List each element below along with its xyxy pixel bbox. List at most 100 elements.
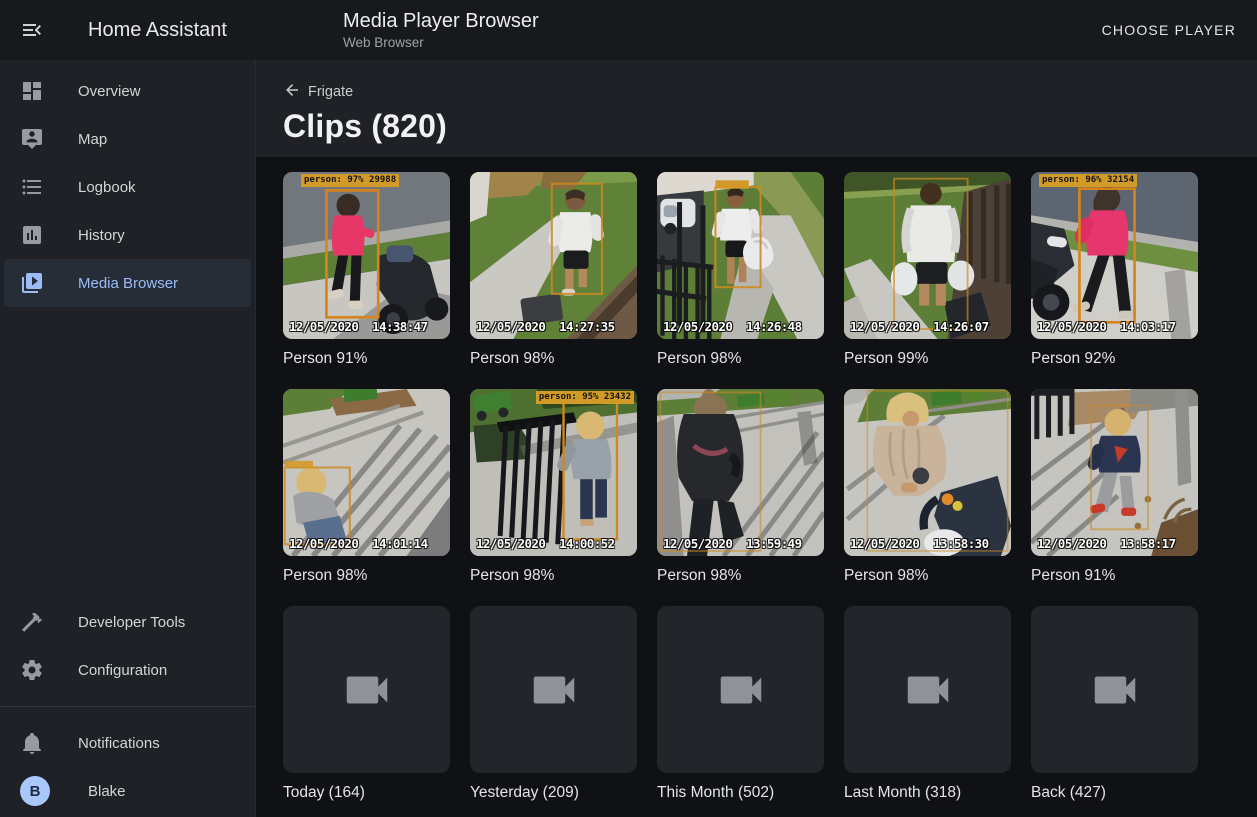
clip-card[interactable]: 12/05/2020 13:59:49Person 98% bbox=[657, 389, 824, 585]
clip-caption: Person 98% bbox=[657, 350, 824, 368]
clip-timestamp-overlay: 12/05/2020 14:03:17 bbox=[1037, 319, 1176, 334]
clip-caption: Person 91% bbox=[1031, 567, 1198, 585]
folder-card[interactable]: Last Month (318) bbox=[844, 606, 1011, 802]
clip-card[interactable]: 12/05/2020 13:58:30 Person 98% bbox=[844, 389, 1011, 585]
arrow-left-icon bbox=[283, 81, 301, 99]
sidebar-item-map[interactable]: Map bbox=[4, 115, 251, 163]
media-browser-content: person: 97% 29988 12/05/2020 14:38:47 Pers… bbox=[256, 157, 1257, 802]
folder-label: Last Month (318) bbox=[844, 784, 1011, 802]
clip-card[interactable]: person: 95% 23432 12/05/2020 14:00:52 Pers… bbox=[470, 389, 637, 585]
app-header: Home Assistant Media Player Browser Web … bbox=[0, 0, 1257, 60]
media-browser-header: Frigate Clips (820) bbox=[256, 60, 1257, 157]
clip-caption: Person 98% bbox=[844, 567, 1011, 585]
sidebar-profile[interactable]: B Blake bbox=[4, 767, 251, 815]
clip-thumbnail: 12/05/2020 13:58:30 bbox=[844, 389, 1011, 556]
clip-caption: Person 98% bbox=[470, 350, 637, 368]
breadcrumb-back-link[interactable]: Frigate bbox=[283, 81, 353, 103]
video-icon bbox=[714, 663, 768, 717]
folder-card[interactable]: This Month (502) bbox=[657, 606, 824, 802]
sidebar-footer-list: Developer Tools Configuration bbox=[0, 598, 255, 694]
app-header-left: Home Assistant bbox=[0, 18, 256, 42]
folder-thumbnail bbox=[470, 606, 637, 773]
sidebar-toggle-button[interactable] bbox=[20, 18, 44, 42]
app-title: Home Assistant bbox=[88, 19, 227, 42]
clip-thumbnail: person: 97% 29988 12/05/2020 14:38:47 bbox=[283, 172, 450, 339]
folder-thumbnail bbox=[283, 606, 450, 773]
sidebar-item-configuration[interactable]: Configuration bbox=[4, 646, 251, 694]
sidebar-item-label: History bbox=[78, 227, 125, 244]
media-browser-icon bbox=[20, 271, 44, 295]
sidebar-item-label: Developer Tools bbox=[78, 614, 185, 631]
dashboard-icon-wrap bbox=[20, 79, 44, 103]
gear-icon bbox=[20, 658, 44, 682]
folder-card[interactable]: Back (427) bbox=[1031, 606, 1198, 802]
clip-caption: Person 98% bbox=[283, 567, 450, 585]
sidebar-item-label: Configuration bbox=[78, 662, 167, 679]
clip-timestamp-overlay: 12/05/2020 14:00:52 bbox=[476, 536, 615, 551]
sidebar-item-notifications[interactable]: Notifications bbox=[4, 719, 251, 767]
user-name: Blake bbox=[88, 783, 126, 800]
hammer-icon bbox=[20, 610, 44, 634]
back-arrow-icon bbox=[283, 81, 301, 103]
clip-card[interactable]: 12/05/2020 14:01:14 Person 98% bbox=[283, 389, 450, 585]
logbook-list-icon-wrap bbox=[20, 175, 44, 199]
clip-caption: Person 92% bbox=[1031, 350, 1198, 368]
folder-card[interactable]: Yesterday (209) bbox=[470, 606, 637, 802]
panel-title-block: Media Player Browser Web Browser bbox=[343, 9, 539, 51]
clip-card[interactable]: 12/05/2020 13:58:17Person 91% bbox=[1031, 389, 1198, 585]
sidebar-item-history[interactable]: History bbox=[4, 211, 251, 259]
clip-caption: Person 91% bbox=[283, 350, 450, 368]
video-icon bbox=[901, 663, 955, 717]
folder-label: Back (427) bbox=[1031, 784, 1198, 802]
sidebar-main-list: Overview Map Logbook History Media Browser bbox=[0, 60, 255, 307]
sidebar-item-developer-tools[interactable]: Developer Tools bbox=[4, 598, 251, 646]
clip-thumbnail: 12/05/2020 14:26:07 bbox=[844, 172, 1011, 339]
sidebar-divider bbox=[0, 706, 255, 707]
clip-timestamp-overlay: 12/05/2020 14:38:47 bbox=[289, 319, 428, 334]
clip-caption: Person 99% bbox=[844, 350, 1011, 368]
folder-label: Yesterday (209) bbox=[470, 784, 637, 802]
history-chart-icon-wrap bbox=[20, 223, 44, 247]
menu-open-icon bbox=[20, 18, 44, 42]
clip-thumbnail: 12/05/2020 14:01:14 bbox=[283, 389, 450, 556]
map-tooltip-icon-wrap bbox=[20, 127, 44, 151]
folder-thumbnail bbox=[844, 606, 1011, 773]
clip-thumbnail: person: 96% 32154 12/05/2020 14:03:17 bbox=[1031, 172, 1198, 339]
clip-timestamp-overlay: 12/05/2020 14:26:07 bbox=[850, 319, 989, 334]
clip-timestamp-overlay: 12/05/2020 14:27:35 bbox=[476, 319, 615, 334]
app-header-main: Media Player Browser Web Browser CHOOSE … bbox=[256, 9, 1257, 51]
breadcrumb-label: Frigate bbox=[308, 84, 353, 100]
sidebar: Overview Map Logbook History Media Browser D… bbox=[0, 60, 256, 817]
clip-timestamp-overlay: 12/05/2020 13:59:49 bbox=[663, 536, 802, 551]
sidebar-item-label: Map bbox=[78, 131, 107, 148]
clip-thumbnail: 12/05/2020 14:27:35 bbox=[470, 172, 637, 339]
home-assistant-app: Home Assistant Media Player Browser Web … bbox=[0, 0, 1257, 817]
clips-grid: person: 97% 29988 12/05/2020 14:38:47 Pers… bbox=[283, 172, 1257, 802]
choose-player-button[interactable]: CHOOSE PLAYER bbox=[1102, 22, 1236, 38]
clip-caption: Person 98% bbox=[470, 567, 637, 585]
clip-thumbnail: 12/05/2020 13:59:49 bbox=[657, 389, 824, 556]
folder-label: Today (164) bbox=[283, 784, 450, 802]
clip-card[interactable]: 12/05/2020 14:27:35 Person 98% bbox=[470, 172, 637, 368]
folder-card[interactable]: Today (164) bbox=[283, 606, 450, 802]
media-browser-panel: Frigate Clips (820) person: 97% 29988 12/… bbox=[256, 60, 1257, 817]
video-icon bbox=[1088, 663, 1142, 717]
hammer-icon-wrap bbox=[20, 610, 44, 634]
clip-timestamp-overlay: 12/05/2020 14:01:14 bbox=[289, 536, 428, 551]
clip-card[interactable]: 12/05/2020 14:26:48 Person 98% bbox=[657, 172, 824, 368]
detection-box-label: person: 96% 32154 bbox=[1039, 174, 1137, 187]
clip-card[interactable]: person: 97% 29988 12/05/2020 14:38:47 Pers… bbox=[283, 172, 450, 368]
sidebar-item-media-browser[interactable]: Media Browser bbox=[4, 259, 251, 307]
sidebar-item-logbook[interactable]: Logbook bbox=[4, 163, 251, 211]
clip-thumbnail: 12/05/2020 14:26:48 bbox=[657, 172, 824, 339]
folder-thumbnail bbox=[1031, 606, 1198, 773]
sidebar-item-overview[interactable]: Overview bbox=[4, 67, 251, 115]
video-icon bbox=[527, 663, 581, 717]
clip-card[interactable]: 12/05/2020 14:26:07 Person 99% bbox=[844, 172, 1011, 368]
notifications-label: Notifications bbox=[78, 735, 160, 752]
bell-icon bbox=[20, 731, 44, 755]
clip-timestamp-overlay: 12/05/2020 13:58:30 bbox=[850, 536, 989, 551]
detection-box-label: person: 95% 23432 bbox=[536, 391, 634, 404]
clip-card[interactable]: person: 96% 32154 12/05/2020 14:03:17 Pers… bbox=[1031, 172, 1198, 368]
detection-box-label: person: 97% 29988 bbox=[301, 174, 399, 187]
